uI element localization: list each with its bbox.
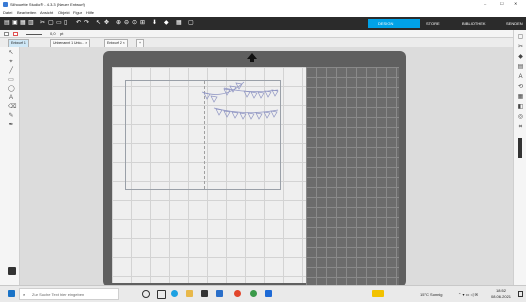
right-toolbar: ▢ ✂ ◆ ▤ A ⟲ ▦ ◧ ◎ ⌗ (513, 30, 526, 285)
line-style-select[interactable] (26, 34, 42, 35)
save-icon[interactable]: ▦ (20, 20, 26, 26)
app-logo-icon (3, 2, 8, 7)
move-down-icon[interactable]: ⬇ (152, 20, 158, 26)
clock-time[interactable]: 18:52 (496, 289, 506, 293)
weather-label[interactable]: 15°C Sonnig (420, 293, 443, 297)
panel-design-button[interactable]: DESIGN (368, 19, 420, 28)
open-icon[interactable]: ▣ (12, 20, 18, 26)
fill-color-swatch[interactable] (4, 32, 9, 36)
grid-icon[interactable]: ▦ (176, 20, 182, 26)
edge-icon[interactable] (171, 290, 178, 297)
line-tool-icon[interactable]: ╱ (8, 68, 14, 74)
menu-bar: Datei Bearbeiten Ansicht Objekt Figur Hi… (0, 9, 526, 17)
bunting-design[interactable] (200, 78, 282, 124)
load-direction-arrow-stem (250, 59, 254, 62)
text-tool-icon[interactable]: A (8, 95, 14, 101)
title-bar: Silhouette Studio® - 4.3.3 (Neuer Entwur… (0, 0, 526, 9)
menu-file[interactable]: Datei (3, 11, 12, 15)
menu-help[interactable]: Hilfe (86, 11, 94, 15)
menu-shape[interactable]: Figur (73, 11, 82, 15)
bunting-string-top (201, 81, 245, 95)
cut-icon[interactable]: ✂ (40, 20, 46, 26)
fit-page-icon[interactable]: ⊞ (140, 20, 146, 26)
transform-panel-icon[interactable]: ⟲ (517, 84, 524, 90)
print-icon[interactable]: ▥ (28, 20, 34, 26)
line-panel-icon[interactable]: ▤ (517, 64, 524, 70)
taskbar-search-placeholder: Zur Suche Text hier eingeben (32, 292, 85, 297)
minimize-button[interactable]: – (484, 2, 486, 6)
window-title: Silhouette Studio® - 4.3.3 (Neuer Entwur… (10, 1, 85, 7)
send-panel-icon[interactable]: ✂ (517, 44, 524, 50)
start-icon[interactable] (8, 290, 15, 297)
redo-icon[interactable]: ↷ (84, 20, 90, 26)
zoom-in-icon[interactable]: ⊕ (116, 20, 122, 26)
mat-grid (306, 67, 399, 287)
page-setup-panel-icon[interactable]: ▢ (517, 34, 524, 40)
text-panel-icon[interactable]: A (517, 74, 524, 80)
new-document-icon[interactable]: ▤ (4, 20, 10, 26)
windows-taskbar: ⌕ Zur Suche Text hier eingeben 15°C Sonn… (0, 285, 526, 302)
line-width-unit: pt (60, 31, 64, 36)
panel-design-label: DESIGN (378, 21, 394, 26)
panel-store-label: STORE (426, 21, 440, 26)
menu-object[interactable]: Objekt (58, 11, 70, 15)
offset-panel-icon[interactable]: ◎ (517, 114, 524, 120)
menu-edit[interactable]: Bearbeiten (17, 11, 36, 15)
panel-send-label: SENDEN (506, 21, 523, 26)
menu-view[interactable]: Ansicht (40, 11, 53, 15)
zoom-out-icon[interactable]: ⊖ (124, 20, 130, 26)
office-icon[interactable] (234, 290, 241, 297)
left-toolbar: ↖ ⌖ ╱ ▭ ◯ A ⌫ ✎ ✒ (0, 47, 20, 285)
pan-icon[interactable]: ✥ (104, 20, 110, 26)
pen-tool-icon[interactable]: ✒ (8, 122, 14, 128)
close-button[interactable]: ✕ (514, 2, 517, 6)
panel-library-label: BIBLIOTHEK (462, 21, 486, 26)
modify-panel-icon[interactable]: ◧ (517, 104, 524, 110)
paste-icon[interactable]: ▭ (56, 20, 62, 26)
chrome-icon[interactable] (250, 290, 257, 297)
maximize-button[interactable]: ☐ (500, 2, 504, 6)
taskbar-search-box[interactable]: ⌕ Zur Suche Text hier eingeben (19, 288, 119, 300)
silhouette-icon[interactable] (265, 290, 272, 297)
notification-icon[interactable] (518, 291, 523, 297)
store-icon[interactable] (201, 290, 208, 297)
undo-icon[interactable]: ↶ (76, 20, 82, 26)
knife-tool-icon[interactable]: ✎ (8, 113, 14, 119)
trace-panel-icon[interactable]: ⌗ (517, 124, 524, 130)
ellipse-tool-icon[interactable]: ◯ (8, 86, 15, 92)
page-setup-icon[interactable]: ▢ (188, 20, 194, 26)
cortana-icon[interactable] (142, 290, 150, 298)
scrollbar-thumb[interactable] (518, 138, 522, 158)
panel-send-button[interactable]: SENDEN (496, 19, 526, 28)
line-color-swatch[interactable] (13, 32, 18, 36)
select-tool-icon[interactable]: ↖ (8, 50, 14, 56)
task-view-icon[interactable] (157, 290, 166, 299)
zoom-select-icon[interactable]: ⊙ (132, 20, 138, 26)
document-tab-bar: Entwurf 1 Unbenannt 1 Unto... × Entwurf … (0, 38, 526, 48)
replicate-panel-icon[interactable]: ▦ (517, 94, 524, 100)
search-icon: ⌕ (23, 291, 26, 297)
explorer-icon[interactable] (186, 290, 193, 297)
fill-panel-icon[interactable]: ◆ (517, 54, 524, 60)
bunting-string-bottom (213, 107, 279, 113)
pixscan-icon[interactable] (8, 267, 16, 275)
main-toolbar: ▤ ▣ ▦ ▥ ✂ ▢ ▭ ▯ ↶ ↷ ↖ ✥ ⊕ ⊖ ⊙ ⊞ ⬇ ◆ ▦ ▢ … (0, 17, 526, 30)
select-icon[interactable]: ↖ (96, 20, 102, 26)
fill-icon[interactable]: ◆ (164, 20, 170, 26)
clock-date[interactable]: 08.06.2021 (491, 295, 511, 299)
copy-icon[interactable]: ▢ (48, 20, 54, 26)
edit-points-icon[interactable]: ⌖ (8, 59, 14, 65)
mail-icon[interactable] (216, 290, 223, 297)
system-tray-icons[interactable]: ⌃ ▾ ▭ ◁ ✉ (458, 293, 478, 297)
eraser-tool-icon[interactable]: ⌫ (8, 104, 16, 110)
property-bar: 0,0 pt (0, 30, 526, 38)
rectangle-tool-icon[interactable]: ▭ (8, 77, 14, 83)
photos-icon[interactable] (372, 290, 384, 297)
delete-icon[interactable]: ▯ (64, 20, 70, 26)
line-width-value[interactable]: 0,0 (50, 32, 56, 36)
